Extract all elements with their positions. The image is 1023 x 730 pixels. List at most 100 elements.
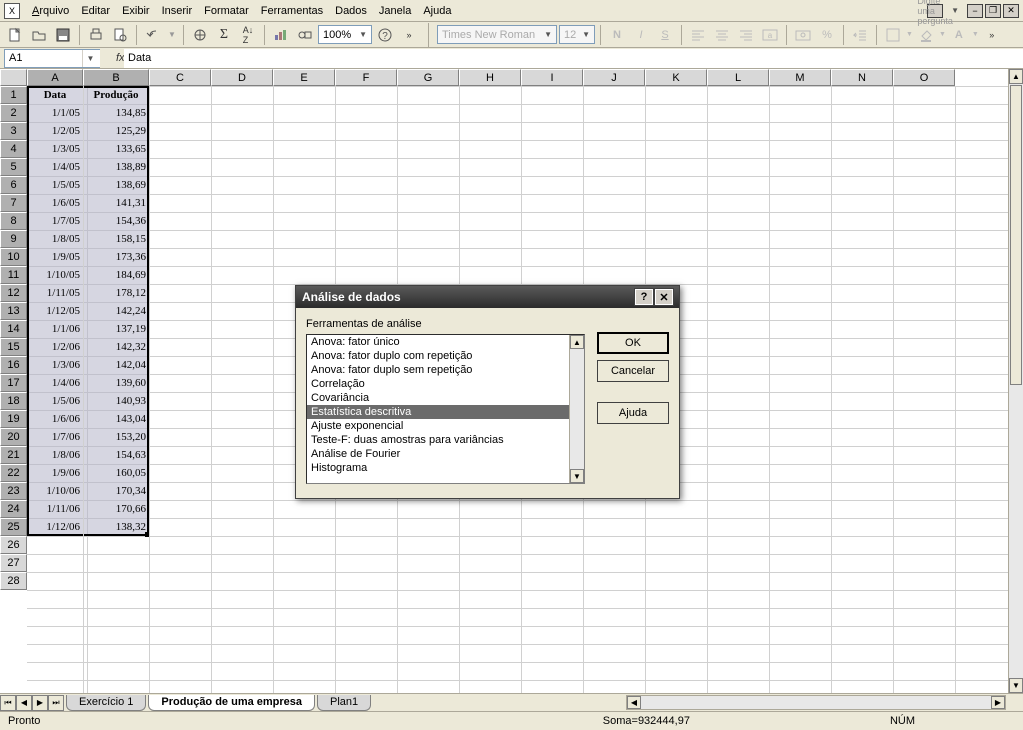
menu-dados[interactable]: Dados — [329, 3, 373, 19]
list-item[interactable]: Anova: fator duplo sem repetição — [307, 363, 569, 377]
row-header-27[interactable]: 27 — [0, 554, 27, 572]
list-item[interactable]: Histograma — [307, 461, 569, 475]
cell[interactable]: 1/6/06 — [27, 410, 83, 428]
column-header-C[interactable]: C — [149, 69, 211, 86]
column-header-G[interactable]: G — [397, 69, 459, 86]
cell[interactable]: 125,29 — [83, 122, 149, 140]
scroll-thumb[interactable] — [1010, 85, 1022, 385]
row-header-17[interactable]: 17 — [0, 374, 27, 392]
column-header-L[interactable]: L — [707, 69, 769, 86]
cell[interactable]: 1/2/06 — [27, 338, 83, 356]
cancel-button[interactable]: Cancelar — [597, 360, 669, 382]
cell[interactable]: 1/3/05 — [27, 140, 83, 158]
sort-asc-icon[interactable]: A↓Z — [237, 24, 259, 46]
cell[interactable]: 1/8/06 — [27, 446, 83, 464]
column-header-J[interactable]: J — [583, 69, 645, 86]
cell[interactable]: 1/7/05 — [27, 212, 83, 230]
row-header-21[interactable]: 21 — [0, 446, 27, 464]
formula-input[interactable]: Data — [124, 49, 1023, 68]
help-button[interactable]: Ajuda — [597, 402, 669, 424]
scroll-right-icon[interactable]: ▶ — [991, 696, 1005, 709]
tab-next-icon[interactable]: ▶ — [32, 695, 48, 711]
tab-producao[interactable]: Produção de uma empresa — [148, 695, 315, 711]
column-header-H[interactable]: H — [459, 69, 521, 86]
cell[interactable]: 178,12 — [83, 284, 149, 302]
row-header-8[interactable]: 8 — [0, 212, 27, 230]
cell[interactable]: 1/10/05 — [27, 266, 83, 284]
listbox-scroll-up-icon[interactable]: ▲ — [570, 335, 584, 349]
cell[interactable]: 141,31 — [83, 194, 149, 212]
list-item[interactable]: Teste-F: duas amostras para variâncias — [307, 433, 569, 447]
list-item[interactable]: Correlação — [307, 377, 569, 391]
menu-arquivo[interactable]: Arquivo — [26, 3, 75, 19]
cell[interactable]: 134,85 — [83, 104, 149, 122]
dialog-help-button[interactable]: ? — [635, 289, 653, 305]
horizontal-scrollbar[interactable]: ◀ ▶ — [626, 695, 1006, 710]
scroll-up-icon[interactable]: ▲ — [1009, 69, 1023, 84]
row-header-19[interactable]: 19 — [0, 410, 27, 428]
font-color-icon[interactable]: A — [948, 24, 970, 46]
align-right-icon[interactable] — [735, 24, 757, 46]
analysis-tools-listbox[interactable]: Anova: fator únicoAnova: fator duplo com… — [306, 334, 585, 484]
decrease-indent-icon[interactable] — [849, 24, 871, 46]
row-header-28[interactable]: 28 — [0, 572, 27, 590]
cell[interactable]: 138,89 — [83, 158, 149, 176]
cell[interactable]: 1/8/05 — [27, 230, 83, 248]
cell[interactable]: 138,69 — [83, 176, 149, 194]
restore-button[interactable]: ❐ — [985, 4, 1001, 18]
name-box[interactable]: A1 — [4, 49, 100, 68]
menu-inserir[interactable]: Inserir — [156, 3, 199, 19]
row-header-10[interactable]: 10 — [0, 248, 27, 266]
cell[interactable]: 170,34 — [83, 482, 149, 500]
tab-last-icon[interactable]: ⏭ — [48, 695, 64, 711]
cell[interactable]: 1/9/05 — [27, 248, 83, 266]
column-header-F[interactable]: F — [335, 69, 397, 86]
drawing-icon[interactable] — [294, 24, 316, 46]
help-icon[interactable]: ? — [374, 24, 396, 46]
cell[interactable]: 1/7/06 — [27, 428, 83, 446]
column-header-D[interactable]: D — [211, 69, 273, 86]
italic-icon[interactable]: I — [630, 24, 652, 46]
menu-ferramentas[interactable]: Ferramentas — [255, 3, 329, 19]
row-header-2[interactable]: 2 — [0, 104, 27, 122]
cell[interactable]: Produção — [83, 86, 149, 104]
row-header-18[interactable]: 18 — [0, 392, 27, 410]
cell[interactable]: 173,36 — [83, 248, 149, 266]
scroll-left-icon[interactable]: ◀ — [627, 696, 641, 709]
column-header-N[interactable]: N — [831, 69, 893, 86]
undo-icon[interactable] — [142, 24, 164, 46]
row-header-4[interactable]: 4 — [0, 140, 27, 158]
borders-icon[interactable] — [882, 24, 904, 46]
row-header-20[interactable]: 20 — [0, 428, 27, 446]
toolbar-options-icon-2[interactable]: » — [981, 24, 1003, 46]
print-preview-icon[interactable] — [109, 24, 131, 46]
column-header-B[interactable]: B — [83, 69, 149, 86]
cell[interactable]: 1/2/05 — [27, 122, 83, 140]
cell[interactable]: 1/11/05 — [27, 284, 83, 302]
cell[interactable]: 1/12/05 — [27, 302, 83, 320]
cell[interactable]: 139,60 — [83, 374, 149, 392]
cell[interactable]: 138,32 — [83, 518, 149, 536]
open-file-icon[interactable] — [28, 24, 50, 46]
cell[interactable]: 153,20 — [83, 428, 149, 446]
redo-icon[interactable]: ▼ — [166, 24, 178, 46]
row-header-15[interactable]: 15 — [0, 338, 27, 356]
row-header-7[interactable]: 7 — [0, 194, 27, 212]
list-item[interactable]: Covariância — [307, 391, 569, 405]
cell[interactable]: 1/11/06 — [27, 500, 83, 518]
cell[interactable]: 1/5/05 — [27, 176, 83, 194]
cell[interactable]: 170,66 — [83, 500, 149, 518]
menu-formatar[interactable]: Formatar — [198, 3, 255, 19]
row-header-11[interactable]: 11 — [0, 266, 27, 284]
row-header-23[interactable]: 23 — [0, 482, 27, 500]
zoom-combo[interactable]: 100%▼ — [318, 25, 372, 44]
cell[interactable]: 1/9/06 — [27, 464, 83, 482]
row-header-1[interactable]: 1 — [0, 86, 27, 104]
row-header-5[interactable]: 5 — [0, 158, 27, 176]
vertical-scrollbar[interactable]: ▲ ▼ — [1008, 69, 1023, 693]
cell[interactable]: 154,36 — [83, 212, 149, 230]
fx-icon[interactable]: fx — [100, 52, 124, 64]
row-header-16[interactable]: 16 — [0, 356, 27, 374]
underline-icon[interactable]: S — [654, 24, 676, 46]
ok-button[interactable]: OK — [597, 332, 669, 354]
